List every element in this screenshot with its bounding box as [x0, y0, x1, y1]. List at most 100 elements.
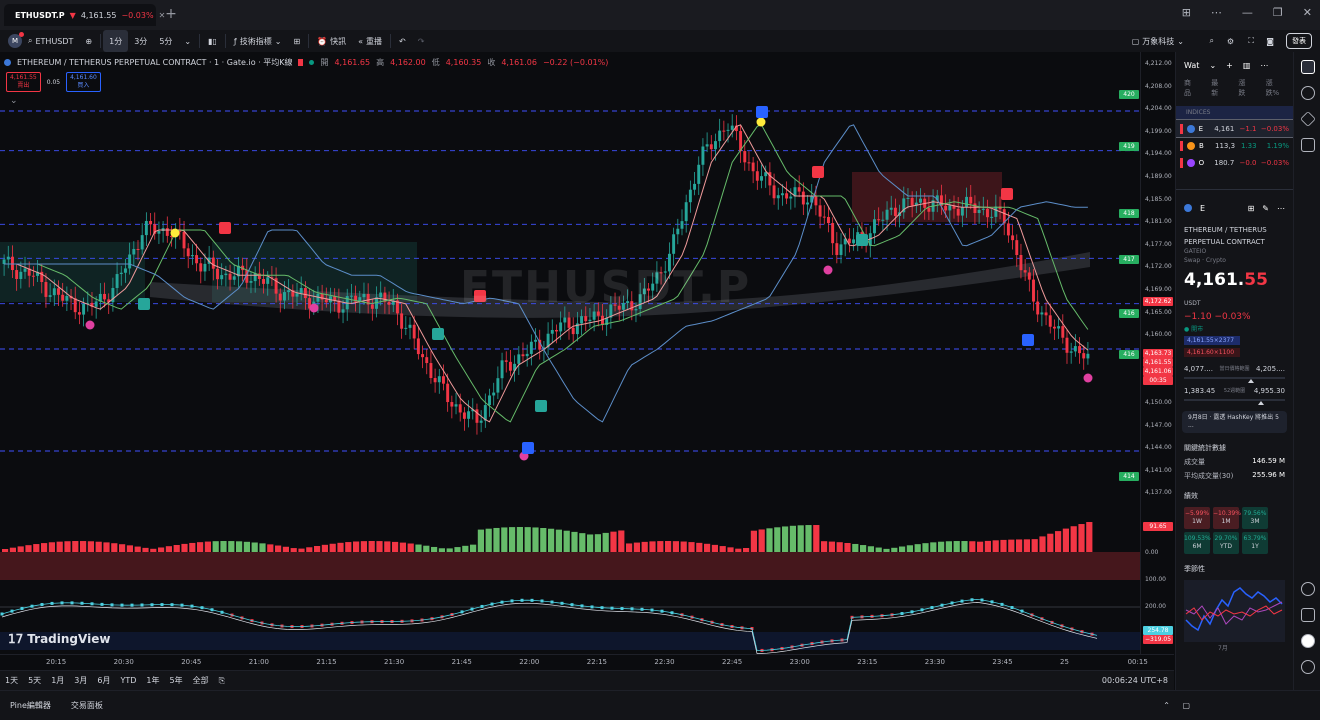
candle-body: [370, 304, 374, 309]
range-6m[interactable]: 6月: [92, 675, 115, 686]
news-item[interactable]: 9月8日 · 露透 HashKey 將推出 5 ...: [1182, 411, 1287, 433]
tab-pine-editor[interactable]: Pine編輯器: [10, 700, 51, 711]
candle-body: [948, 205, 952, 211]
grid-icon[interactable]: ⊞: [1248, 204, 1255, 213]
add-symbol-icon[interactable]: +: [1226, 61, 1233, 70]
range-ytd[interactable]: YTD: [115, 676, 141, 685]
watchlist-row[interactable]: O 180.7 −0.0 −0.03%: [1176, 154, 1293, 171]
candle-body: [6, 256, 10, 260]
chart-pane[interactable]: ETHUSDT.P ETHEREUM / TETHERUS PERPETUAL …: [0, 52, 1140, 670]
col-symbol[interactable]: 商品: [1184, 78, 1197, 98]
tab-ethusdt[interactable]: ETHUSDT.P ▼ 4,161.55 −0.03% ✕: [4, 4, 165, 26]
more-icon[interactable]: ⋯: [1211, 6, 1222, 19]
buy-button[interactable]: 4,161.60 買入: [66, 72, 101, 92]
notes-icon[interactable]: [1301, 138, 1315, 152]
snapshot-button[interactable]: ◙: [1260, 30, 1280, 52]
rewind-icon: «: [358, 36, 364, 46]
range-1d[interactable]: 1天: [0, 675, 23, 686]
alarm-clock-icon[interactable]: [1301, 86, 1315, 100]
minimize-icon[interactable]: —: [1242, 6, 1253, 19]
new-tab-button[interactable]: +: [164, 7, 178, 22]
range-1y[interactable]: 1年: [141, 675, 164, 686]
tab-direction: ▼: [69, 10, 76, 20]
interval-dropdown[interactable]: ⌄: [178, 30, 197, 52]
maximize-icon[interactable]: ❐: [1273, 6, 1283, 19]
compass-icon[interactable]: [1301, 582, 1315, 596]
volume-bar: [1023, 539, 1030, 552]
more-icon[interactable]: ⋯: [1277, 204, 1285, 213]
flag-icon: [1180, 140, 1183, 151]
performance-period: 1W: [1192, 518, 1202, 525]
tab-trading-panel[interactable]: 交易面板: [71, 700, 103, 711]
collapse-panel-icon[interactable]: ⌃: [1163, 701, 1170, 710]
user-avatar[interactable]: M: [8, 32, 24, 48]
notifications-icon[interactable]: [1301, 660, 1315, 674]
interval-3m[interactable]: 3分: [128, 30, 153, 52]
watchlist-row[interactable]: B 113,3 1.33 1.19%: [1176, 137, 1293, 154]
undo-button[interactable]: ↶: [393, 30, 412, 52]
fullscreen-button[interactable]: ⛶: [1242, 30, 1260, 52]
watchlist-row[interactable]: E 4,161 −1.1 −0.03%: [1176, 119, 1293, 138]
performance-cell[interactable]: −10.39% 1M: [1213, 507, 1241, 529]
collapse-legend-icon[interactable]: ⌄: [10, 96, 18, 106]
grid-icon: ⊞: [293, 36, 301, 46]
edit-icon[interactable]: ✎: [1262, 204, 1269, 213]
goto-date-icon[interactable]: ⎘: [214, 676, 230, 686]
col-change[interactable]: 漲跌: [1238, 78, 1251, 98]
range-3m[interactable]: 3月: [69, 675, 92, 686]
sell-button[interactable]: 4,161.55 賣出: [6, 72, 41, 92]
price-axis[interactable]: 4,212.00 4,208.00 4,204.00 4,199.00 4,194.00…: [1119, 52, 1174, 670]
range-1m[interactable]: 1月: [46, 675, 69, 686]
price-tick: 4,160.00: [1145, 331, 1172, 339]
apps-icon[interactable]: [1301, 634, 1315, 648]
performance-cell[interactable]: 79.56% 3M: [1242, 507, 1268, 529]
interval-5m[interactable]: 5分: [153, 30, 178, 52]
indicators-button[interactable]: ƒ 技術指標 ⌄: [228, 30, 288, 52]
replay-button[interactable]: « 重播: [352, 30, 388, 52]
templates-button[interactable]: ⊞: [287, 30, 306, 52]
season-month: 7月: [1218, 645, 1228, 652]
publish-button[interactable]: 發表: [1286, 33, 1312, 49]
chart-canvas[interactable]: [0, 52, 1140, 670]
col-last[interactable]: 最新: [1211, 78, 1224, 98]
range-5y[interactable]: 5年: [165, 675, 188, 686]
alerts-button[interactable]: ⏰ 快訊: [311, 30, 352, 52]
col-change-pct[interactable]: 漲跌%: [1266, 78, 1285, 98]
candle-body: [437, 376, 441, 383]
layers-icon[interactable]: [1300, 111, 1316, 127]
range-5d[interactable]: 5天: [23, 675, 46, 686]
watchlist-title[interactable]: Wat: [1184, 61, 1199, 70]
right-toolbar: [1293, 52, 1320, 690]
key-stats-title: 關鍵統計數據: [1184, 444, 1226, 452]
candle-body: [956, 208, 960, 216]
compare-button[interactable]: ⊕: [79, 30, 98, 52]
chart-legend: ETHEREUM / TETHERUS PERPETUAL CONTRACT ·…: [4, 57, 608, 68]
candle-body: [337, 300, 341, 313]
performance-cell[interactable]: 109.53% 6M: [1184, 532, 1211, 554]
maximize-panel-icon[interactable]: ▢: [1182, 701, 1190, 710]
symbol-search[interactable]: ⌕ ETHUSDT: [22, 30, 79, 52]
more-icon[interactable]: ⋯: [1260, 61, 1268, 70]
chart-type-button[interactable]: ▮▯: [202, 30, 223, 52]
range-all[interactable]: 全部: [188, 675, 214, 686]
watchlist-section[interactable]: INDICES: [1176, 106, 1293, 120]
redo-button[interactable]: ↷: [412, 30, 431, 52]
watchlist-icon[interactable]: [1301, 60, 1315, 74]
settings-button[interactable]: ⚙: [1221, 30, 1240, 52]
interval-1m[interactable]: 1分: [103, 30, 129, 52]
quick-search-button[interactable]: ⌕: [1204, 30, 1220, 52]
performance-cell[interactable]: 29.70% YTD: [1213, 532, 1239, 554]
performance-cell[interactable]: 63.79% 1Y: [1242, 532, 1268, 554]
chevron-down-icon[interactable]: ⌄: [1209, 61, 1216, 70]
time-axis[interactable]: 20:15 20:30 20:45 21:00 21:15 21:30 21:45 22:00…: [0, 654, 1174, 670]
buy-price: 4,161.60: [70, 74, 97, 81]
performance-cell[interactable]: −5.99% 1W: [1184, 507, 1210, 529]
utc-clock[interactable]: 00:06:24 UTC+8: [1102, 676, 1168, 685]
close-window-icon[interactable]: ✕: [1303, 6, 1312, 19]
layout-name-button[interactable]: ▢ 万象科技 ⌄: [1126, 30, 1190, 52]
layout-icon[interactable]: ⊞: [1182, 6, 1191, 19]
candle-body: [1019, 254, 1023, 271]
seasonals-chart[interactable]: 7月: [1184, 580, 1285, 652]
columns-icon[interactable]: ▥: [1243, 61, 1251, 70]
calendar-icon[interactable]: [1301, 608, 1315, 622]
